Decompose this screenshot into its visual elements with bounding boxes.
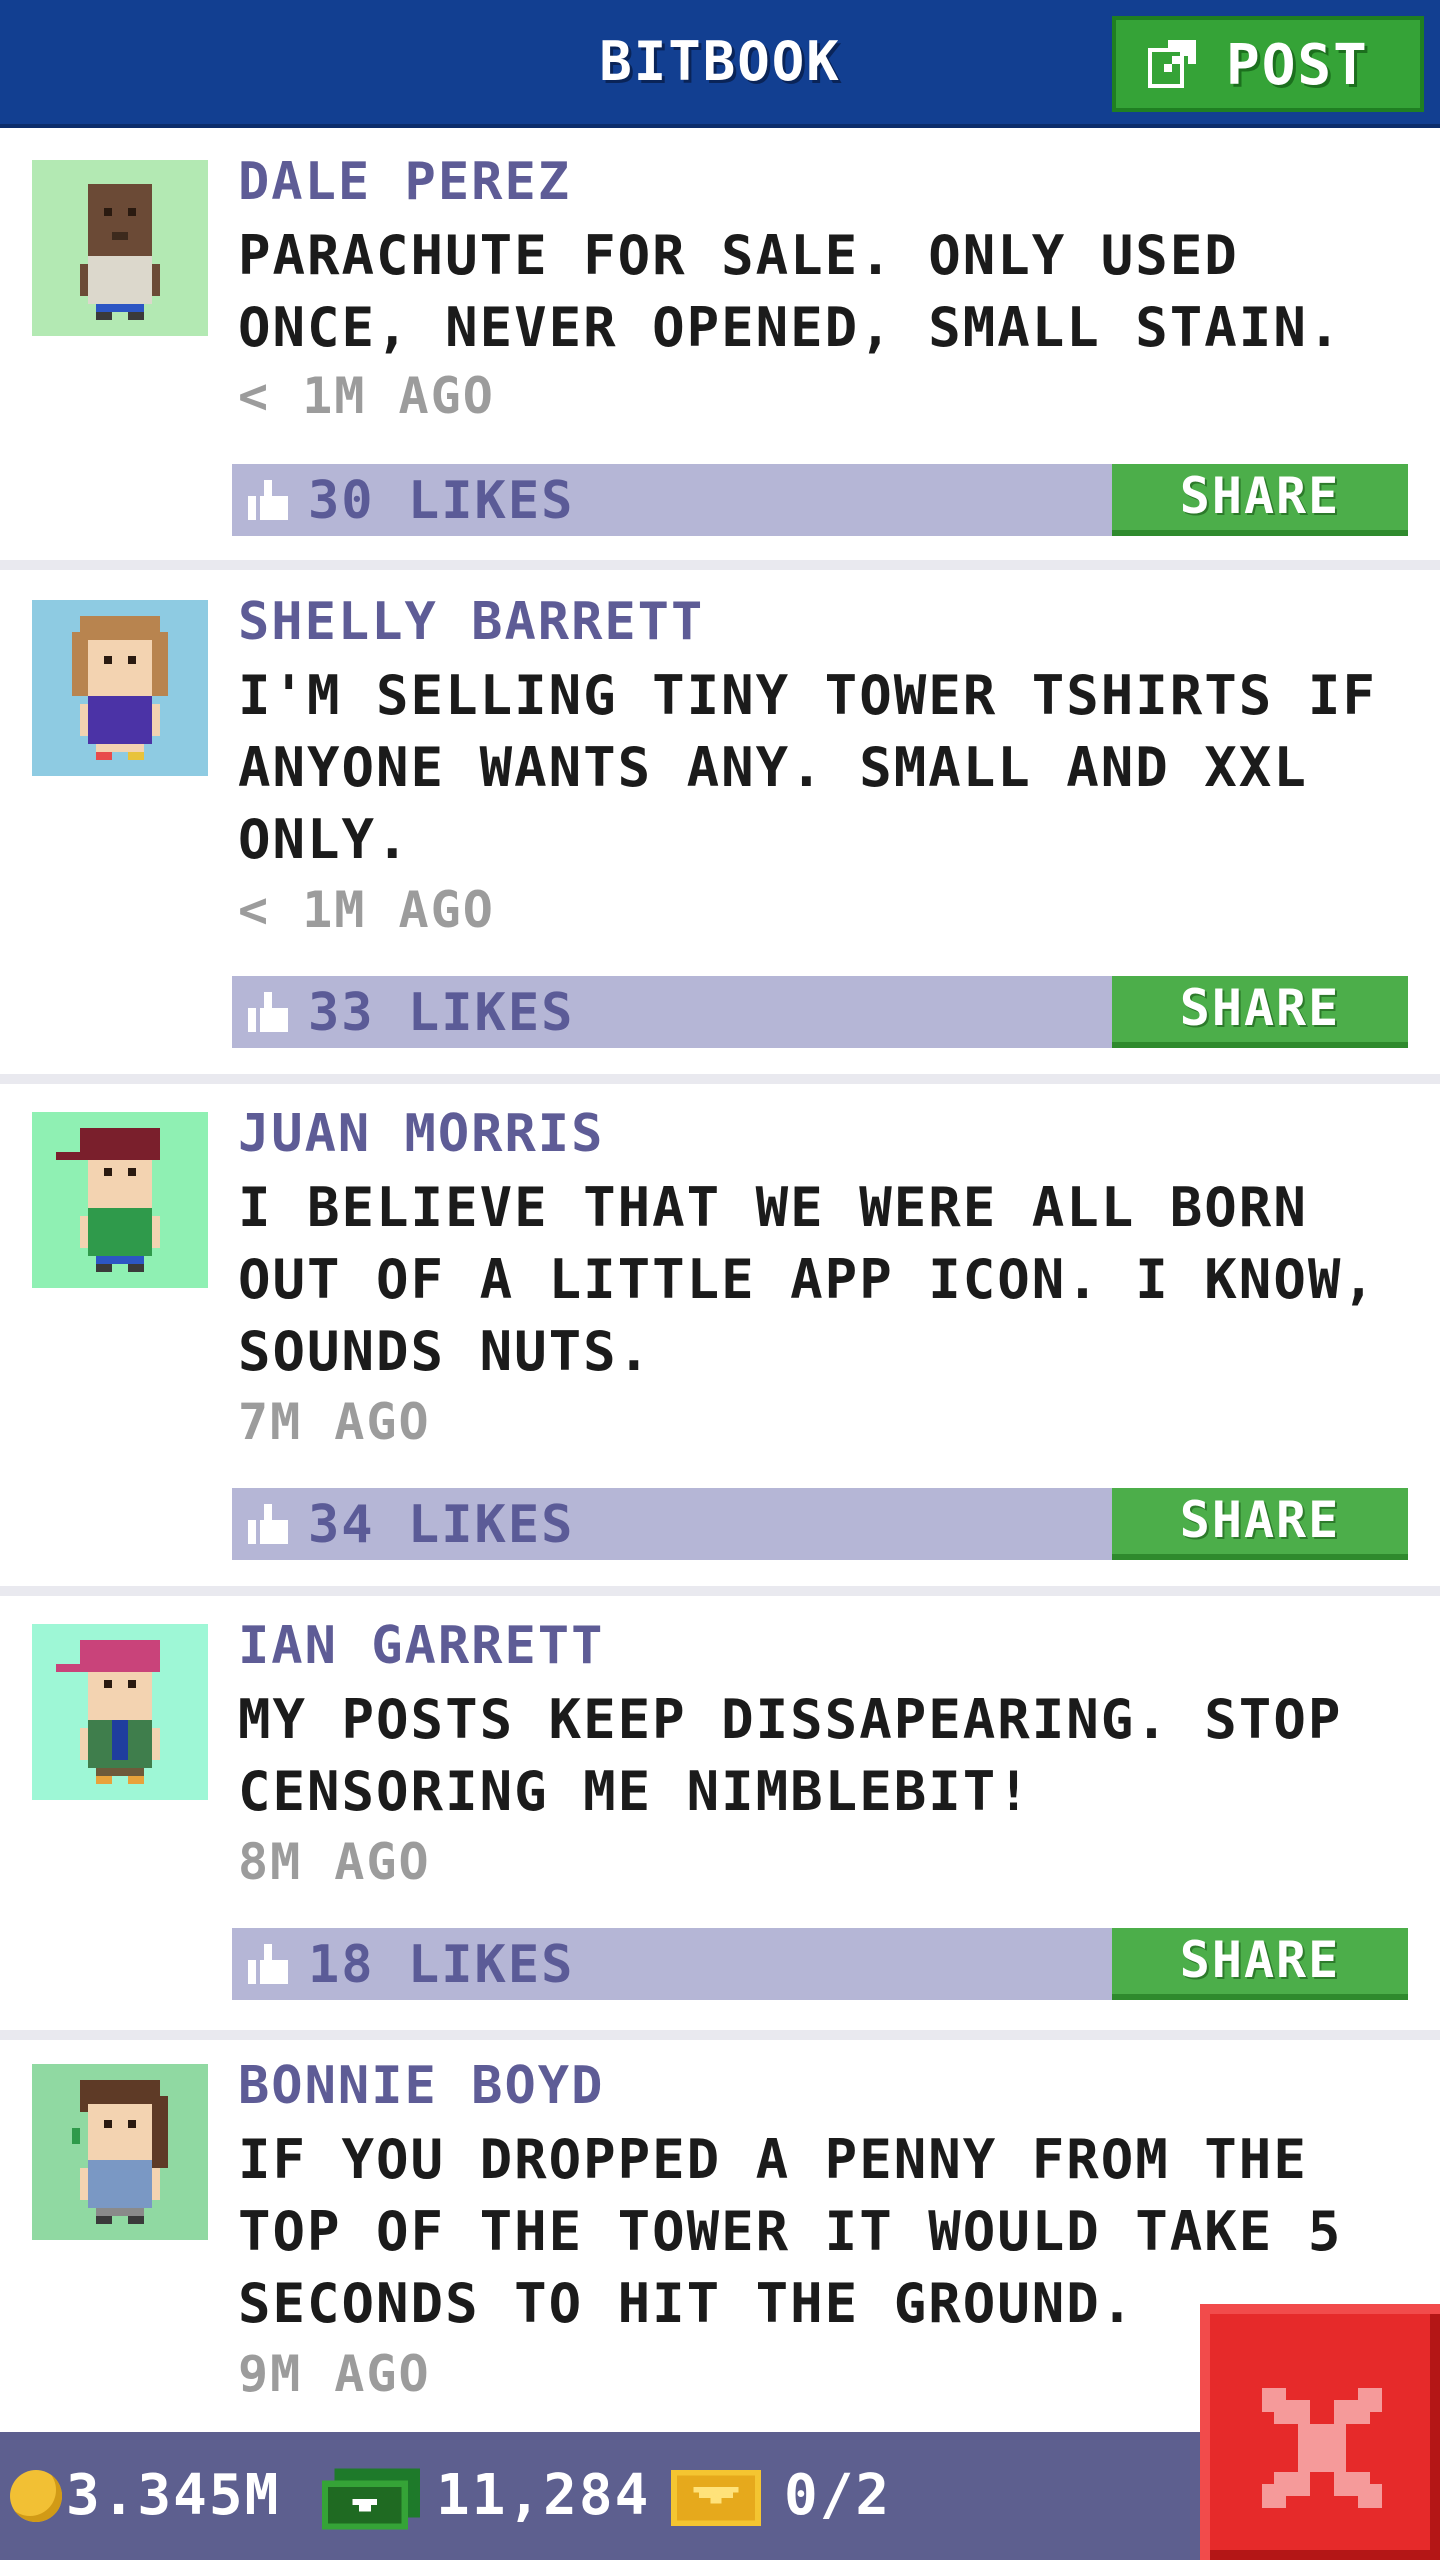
post-divider: [0, 1586, 1440, 1596]
post-author[interactable]: BONNIE BOYD: [238, 2056, 604, 2116]
post-text: PARACHUTE FOR SALE. ONLY USED ONCE, NEVE…: [238, 224, 1343, 359]
post-author[interactable]: JUAN MORRIS: [238, 1104, 604, 1164]
likes-count: 34 LIKES: [308, 1495, 575, 1555]
post-text: I BELIEVE THAT WE WERE ALL BORN OUT OF A…: [238, 1176, 1377, 1383]
likes-count: 30 LIKES: [308, 471, 575, 531]
edit-icon: [1148, 40, 1196, 88]
avatar: [32, 2064, 208, 2240]
top-bar: BITBOOK POST: [0, 0, 1440, 128]
likes-bar: 33 LIKES SHARE: [232, 976, 1408, 1048]
likes-count: 18 LIKES: [308, 1935, 575, 1995]
post-button[interactable]: POST: [1112, 16, 1424, 112]
avatar: [32, 1624, 208, 1800]
likes-bar: 18 LIKES SHARE: [232, 1928, 1408, 2000]
share-button[interactable]: SHARE: [1112, 1488, 1408, 1560]
post-author[interactable]: DALE PEREZ: [238, 152, 571, 212]
share-button[interactable]: SHARE: [1112, 976, 1408, 1048]
bux-amount: 11,284: [436, 2463, 651, 2528]
post-time: 9M AGO: [238, 2345, 431, 2403]
feed-post: IAN GARRETT MY POSTS KEEP DISSAPEARING. …: [0, 1596, 1440, 2040]
post-time: 8M AGO: [238, 1833, 431, 1891]
avatar: [32, 1112, 208, 1288]
likes-bar: 30 LIKES SHARE: [232, 464, 1408, 536]
golden-ticket-icon: [671, 2470, 761, 2526]
share-button[interactable]: SHARE: [1112, 464, 1408, 536]
thumbs-up-icon[interactable]: [248, 1944, 288, 1984]
post-time: < 1M AGO: [238, 881, 495, 939]
share-button[interactable]: SHARE: [1112, 1928, 1408, 2000]
post-text: I'M SELLING TINY TOWER TSHIRTS IF ANYONE…: [238, 664, 1377, 871]
likes-bar: 34 LIKES SHARE: [232, 1488, 1408, 1560]
post-divider: [0, 1074, 1440, 1084]
feed-post: JUAN MORRIS I BELIEVE THAT WE WERE ALL B…: [0, 1084, 1440, 1596]
post-divider: [0, 560, 1440, 570]
post-button-label: POST: [1226, 33, 1369, 98]
tickets-amount: 0/2: [784, 2463, 892, 2528]
post-text: MY POSTS KEEP DISSAPEARING. STOP CENSORI…: [238, 1688, 1343, 1823]
post-time: < 1M AGO: [238, 367, 495, 425]
coin-icon: [10, 2470, 62, 2522]
thumbs-up-icon[interactable]: [248, 480, 288, 520]
coins-amount: 3.345M: [66, 2463, 281, 2528]
avatar: [32, 160, 208, 336]
likes-count: 33 LIKES: [308, 983, 575, 1043]
post-author[interactable]: SHELLY BARRETT: [238, 592, 704, 652]
close-button[interactable]: [1200, 2304, 1440, 2560]
close-icon: [1262, 2388, 1382, 2508]
post-divider: [0, 2030, 1440, 2040]
feed-post: SHELLY BARRETT I'M SELLING TINY TOWER TS…: [0, 570, 1440, 1084]
post-author[interactable]: IAN GARRETT: [238, 1616, 604, 1676]
feed-post: DALE PEREZ PARACHUTE FOR SALE. ONLY USED…: [0, 128, 1440, 570]
thumbs-up-icon[interactable]: [248, 992, 288, 1032]
avatar: [32, 600, 208, 776]
bux-icon: [322, 2468, 420, 2530]
post-time: 7M AGO: [238, 1393, 431, 1451]
thumbs-up-icon[interactable]: [248, 1504, 288, 1544]
